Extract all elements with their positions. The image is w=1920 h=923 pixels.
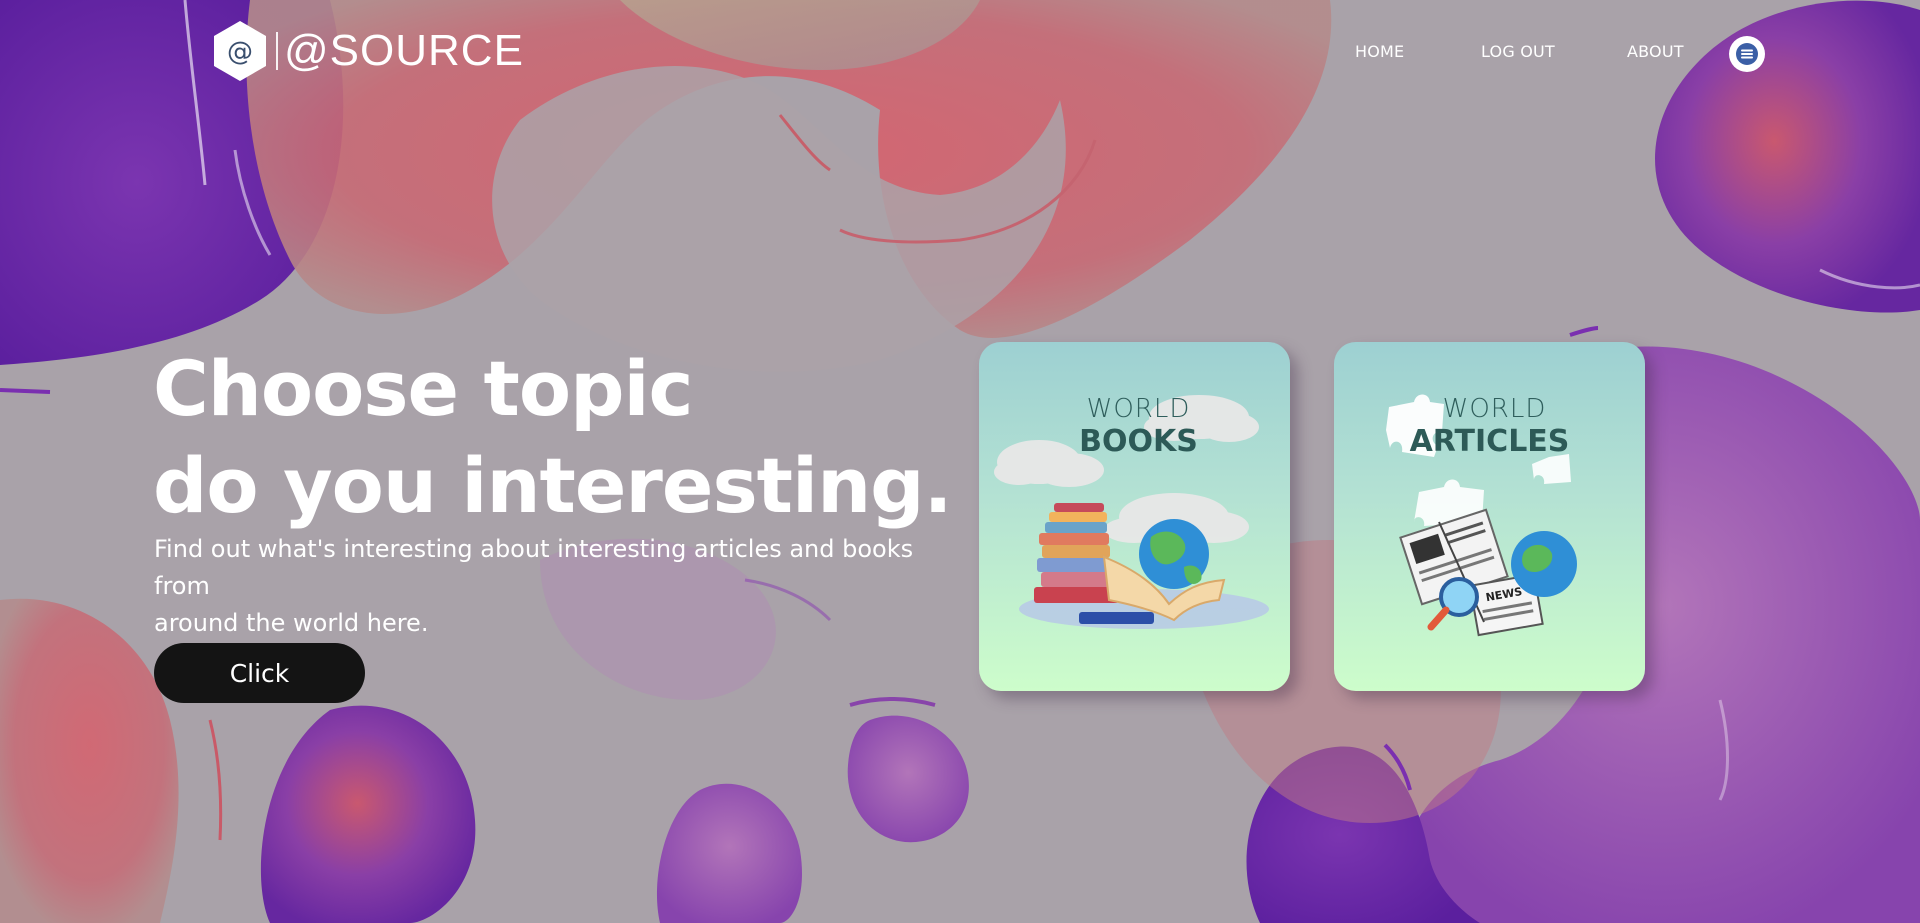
at-sign-hexagon-icon: @ — [214, 21, 266, 81]
nav-home-link[interactable]: HOME — [1355, 42, 1404, 61]
hamburger-menu-icon — [1736, 43, 1758, 65]
click-button[interactable]: Click — [154, 643, 365, 703]
hero-headline-line2: do you interesting. — [153, 441, 952, 530]
site-logo[interactable]: @ @SOURCE — [212, 20, 524, 82]
nav-logout-link[interactable]: LOG OUT — [1481, 42, 1555, 61]
hero-headline-line1: Choose topic — [153, 344, 694, 433]
hero-subtext: Find out what's interesting about intere… — [154, 531, 934, 642]
svg-text:@: @ — [227, 37, 253, 67]
menu-button[interactable] — [1729, 36, 1765, 72]
hero-subtext-line1: Find out what's interesting about intere… — [154, 535, 914, 600]
hero-subtext-line2: around the world here. — [154, 609, 429, 637]
card-line2: BOOKS — [1079, 424, 1198, 459]
world-books-card[interactable]: WORLD BOOKS — [979, 342, 1290, 691]
card-line1: WORLD — [1442, 394, 1547, 424]
hero-headline: Choose topic do you interesting. — [153, 340, 952, 534]
card-line2: ARTICLES — [1409, 424, 1570, 459]
card-line1: WORLD — [1086, 394, 1191, 424]
logo-divider — [276, 32, 278, 70]
logo-text: @SOURCE — [284, 26, 524, 75]
world-articles-card[interactable]: NEWS WORLD ARTICLES — [1334, 342, 1645, 691]
nav-about-link[interactable]: ABOUT — [1627, 42, 1684, 61]
